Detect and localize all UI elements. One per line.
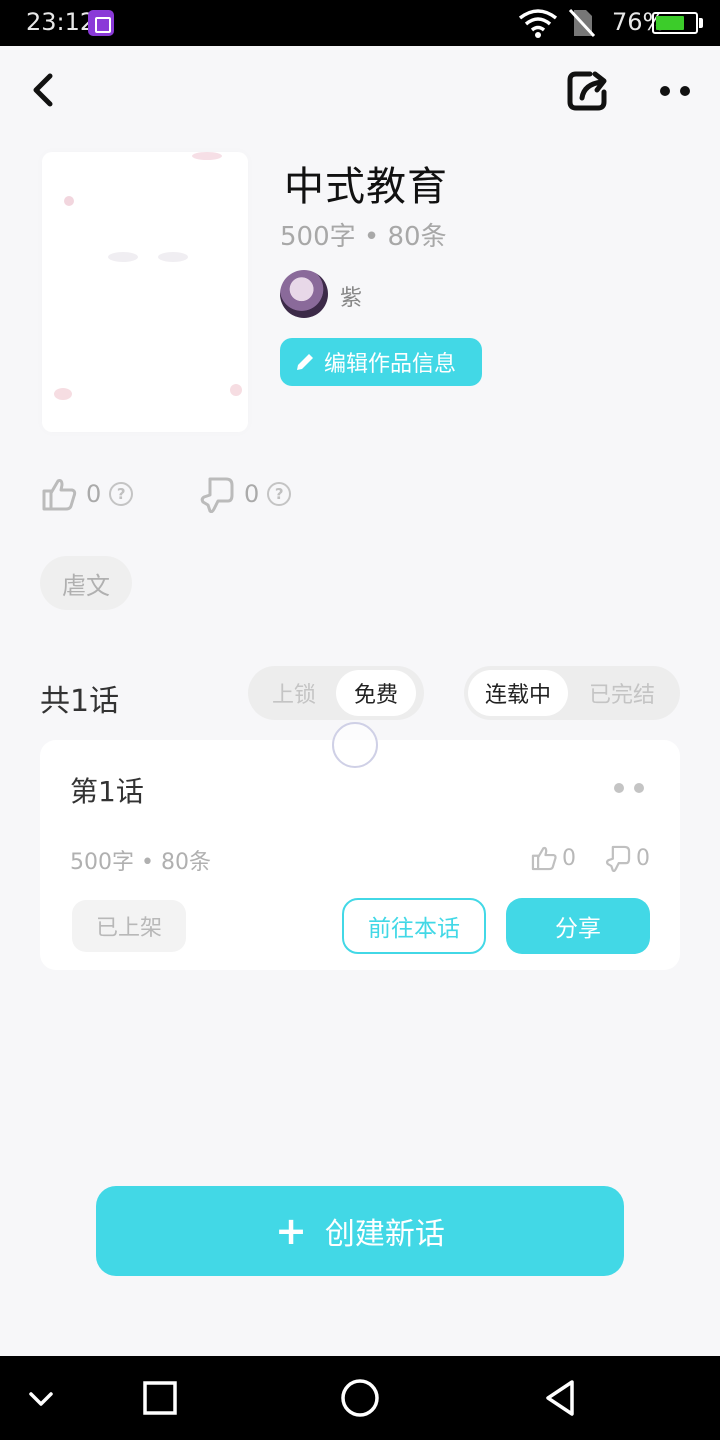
chapter-dislikes-count: 0 bbox=[636, 845, 650, 871]
plus-icon: + bbox=[275, 1209, 307, 1253]
lock-filter: 上锁 免费 bbox=[248, 666, 424, 720]
loading-spinner bbox=[332, 722, 378, 768]
go-to-chapter-button[interactable]: 前往本话 bbox=[342, 898, 486, 954]
share-chapter-button[interactable]: 分享 bbox=[506, 898, 650, 954]
filter-free[interactable]: 免费 bbox=[336, 670, 416, 716]
filter-serializing[interactable]: 连载中 bbox=[468, 670, 568, 716]
chapter-meta: 500字 • 80条 bbox=[70, 850, 211, 875]
help-icon[interactable]: ? bbox=[267, 482, 292, 506]
chevron-down-icon[interactable] bbox=[24, 1382, 58, 1416]
thumbs-down-icon[interactable] bbox=[604, 844, 632, 872]
cover-image[interactable] bbox=[42, 152, 248, 432]
chapter-title: 第1话 bbox=[70, 775, 144, 808]
edit-work-info-button[interactable]: 编辑作品信息 bbox=[280, 338, 482, 386]
chapter-likes-count: 0 bbox=[562, 845, 576, 871]
genre-tag[interactable]: 虐文 bbox=[40, 556, 132, 610]
chevron-left-icon bbox=[33, 73, 53, 107]
filter-locked[interactable]: 上锁 bbox=[252, 670, 336, 716]
wifi-icon bbox=[518, 9, 558, 38]
status-bar: 23:12 76% bbox=[0, 0, 720, 46]
author-name[interactable]: 紫 bbox=[340, 280, 362, 312]
chapter-status-badge: 已上架 bbox=[72, 900, 186, 952]
back-button[interactable] bbox=[24, 68, 64, 112]
battery-icon bbox=[652, 12, 698, 34]
back-nav-icon[interactable] bbox=[540, 1378, 580, 1418]
more-button[interactable] bbox=[652, 70, 700, 110]
chapter-likes: 0 bbox=[530, 840, 576, 876]
work-likes: 0 ? bbox=[40, 474, 134, 514]
work-meta: 500字 • 80条 bbox=[280, 222, 447, 252]
no-sim-icon bbox=[568, 8, 596, 38]
chapter-more-button[interactable] bbox=[610, 778, 650, 798]
create-chapter-button[interactable]: + 创建新话 bbox=[96, 1186, 624, 1276]
share-icon bbox=[567, 71, 607, 111]
work-dislikes: 0 ? bbox=[198, 474, 292, 514]
thumbs-down-icon[interactable] bbox=[198, 475, 236, 513]
recent-apps-icon[interactable] bbox=[140, 1378, 180, 1418]
work-title: 中式教育 bbox=[284, 164, 448, 210]
chapter-dislikes: 0 bbox=[604, 840, 650, 876]
screen-record-icon bbox=[88, 10, 114, 36]
edit-work-info-label: 编辑作品信息 bbox=[324, 352, 457, 377]
help-icon[interactable]: ? bbox=[109, 482, 134, 506]
battery-fill bbox=[656, 16, 684, 30]
status-filter: 连载中 已完结 bbox=[464, 666, 680, 720]
thumbs-up-icon[interactable] bbox=[40, 475, 78, 513]
more-dots-icon bbox=[680, 86, 690, 96]
create-chapter-label: 创建新话 bbox=[324, 1217, 445, 1252]
filter-completed[interactable]: 已完结 bbox=[568, 670, 676, 716]
more-dots-icon bbox=[614, 783, 624, 793]
status-time: 23:12 bbox=[26, 8, 96, 36]
home-icon[interactable] bbox=[338, 1376, 382, 1420]
system-nav-bar bbox=[0, 1356, 720, 1440]
battery-tip bbox=[699, 18, 703, 28]
more-dots-icon bbox=[634, 783, 644, 793]
share-button[interactable] bbox=[564, 66, 612, 114]
thumbs-up-icon[interactable] bbox=[530, 844, 558, 872]
author-avatar[interactable] bbox=[280, 270, 328, 318]
chapter-count: 共1话 bbox=[40, 684, 120, 719]
dislikes-count: 0 bbox=[244, 480, 260, 508]
likes-count: 0 bbox=[86, 480, 102, 508]
more-dots-icon bbox=[660, 86, 670, 96]
pencil-icon bbox=[297, 354, 313, 370]
